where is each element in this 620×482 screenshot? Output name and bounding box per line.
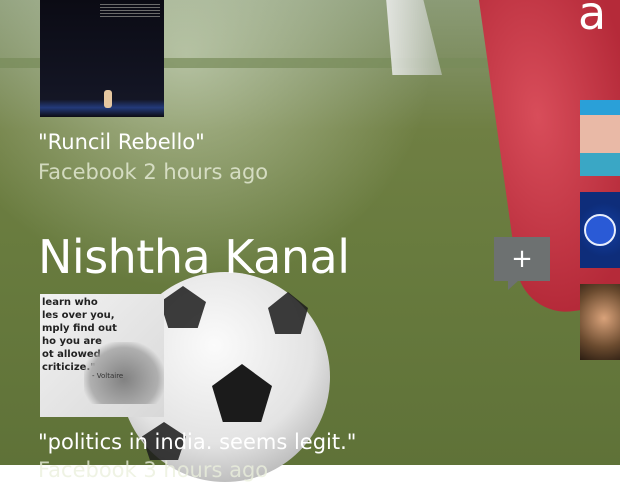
contact-avatar-2[interactable] xyxy=(580,192,620,268)
thumbnail-figure xyxy=(104,90,112,108)
post-meta-2: Facebook 3 hours ago xyxy=(38,458,269,482)
thumbnail-text xyxy=(100,4,160,18)
post-thumbnail-1[interactable] xyxy=(40,0,164,117)
contact-avatar-1[interactable] xyxy=(580,100,620,176)
post-caption-1: "Runcil Rebello" xyxy=(38,130,205,154)
post-caption-2: "politics in india. seems legit." xyxy=(38,430,357,454)
plus-comment-icon: + xyxy=(511,244,533,274)
next-panel-header[interactable]: a xyxy=(578,0,606,40)
contact-avatar-3[interactable] xyxy=(580,284,620,360)
thumbnail-attribution: - Voltaire xyxy=(92,372,124,380)
post-meta-1: Facebook 2 hours ago xyxy=(38,160,269,184)
post-author-name[interactable]: Nishtha Kanal xyxy=(38,230,350,284)
add-comment-button[interactable]: + xyxy=(494,237,550,290)
post-thumbnail-2[interactable]: learn who les over you, mply find out ho… xyxy=(40,294,164,417)
